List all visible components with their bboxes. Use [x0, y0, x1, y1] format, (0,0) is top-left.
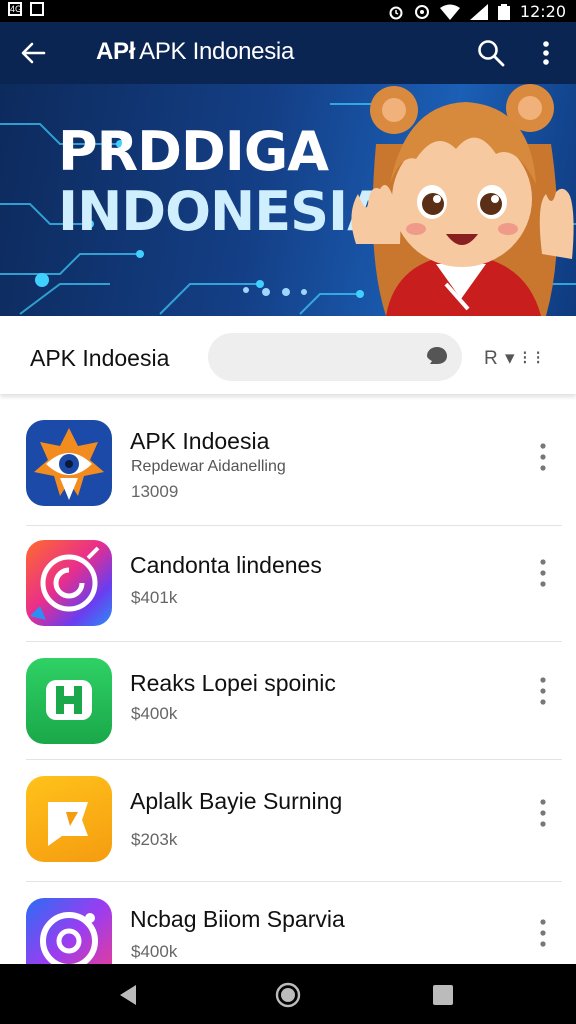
section-label: APK Indoesia: [30, 345, 170, 371]
more-vert-icon[interactable]: [536, 558, 550, 588]
home-circle-icon[interactable]: [273, 980, 303, 1010]
more-vert-icon[interactable]: [536, 918, 550, 948]
list-item[interactable]: Reaks Lopei spoinic $400k: [0, 642, 576, 760]
app-meta: $400k: [131, 942, 178, 961]
app-name: Aplalk Bayie Surning: [130, 788, 343, 814]
app-name: APK Indoesia: [130, 428, 270, 454]
sim-card-icon: [30, 2, 44, 16]
app-meta: 13009: [131, 482, 179, 501]
more-vert-icon[interactable]: [536, 676, 550, 706]
folded-map-icon: [26, 776, 112, 862]
circle-swirl-icon: [26, 540, 112, 626]
filter-bar: APK Indoesia R ▾ ⁝ ⁝: [0, 316, 576, 394]
banner-line-2: INDONESIA: [58, 180, 389, 243]
alarm-icon: [389, 6, 403, 19]
app-subtitle: Repdewar Aidanelling: [131, 458, 286, 475]
title-prefix: APł: [96, 38, 136, 65]
do-not-disturb-icon: [414, 4, 429, 19]
title-text: APK Indonesia: [139, 38, 294, 65]
system-nav-bar: [0, 964, 576, 1024]
status-bar: 4G 12:20: [0, 0, 576, 22]
back-arrow-icon[interactable]: [18, 38, 48, 68]
search-icon[interactable]: [476, 38, 506, 68]
recents-square-icon[interactable]: [428, 980, 458, 1010]
page-title: APł APK Indonesia: [96, 38, 294, 66]
banner-line-1: PRDDIGA: [58, 120, 329, 183]
more-vert-icon[interactable]: [536, 798, 550, 828]
letter-h-icon: [26, 658, 112, 744]
app-name: Candonta lindenes: [130, 552, 322, 578]
signal-icon: [469, 3, 488, 20]
mascot-girl-illustration: [351, 84, 574, 316]
eye-shield-icon: [26, 420, 112, 506]
chat-bubble-icon[interactable]: [426, 346, 448, 366]
app-meta: $400k: [131, 704, 178, 723]
filter-search-pill[interactable]: [208, 333, 462, 381]
back-triangle-icon[interactable]: [114, 980, 144, 1010]
list-item[interactable]: Aplalk Bayie Surning $203k: [0, 760, 576, 882]
battery-icon: [497, 3, 510, 20]
network-4g-icon: 4G: [8, 2, 23, 16]
list-item[interactable]: Candonta lindenes $401k: [0, 526, 576, 642]
sort-control[interactable]: R ▾ ⁝ ⁝: [484, 347, 542, 370]
app-name: Reaks Lopei spoinic: [130, 670, 336, 696]
app-meta: $401k: [131, 588, 178, 607]
more-vert-icon[interactable]: [534, 38, 558, 68]
status-time: 12:20: [519, 2, 566, 21]
wifi-icon: [439, 4, 460, 20]
app-name: Ncbag Biiom Sparvia: [130, 906, 345, 932]
promo-banner[interactable]: PRDDIGA INDONESIA: [0, 84, 576, 316]
more-vert-icon[interactable]: [536, 442, 550, 472]
app-bar: APł APK Indonesia: [0, 22, 576, 84]
list-item[interactable]: APK Indoesia Repdewar Aidanelling 13009: [0, 396, 576, 526]
list-item[interactable]: Ncbag Biiom Sparvia $400k: [0, 882, 576, 984]
banner-headline: PRDDIGA INDONESIA: [58, 120, 389, 243]
app-meta: $203k: [131, 830, 178, 849]
